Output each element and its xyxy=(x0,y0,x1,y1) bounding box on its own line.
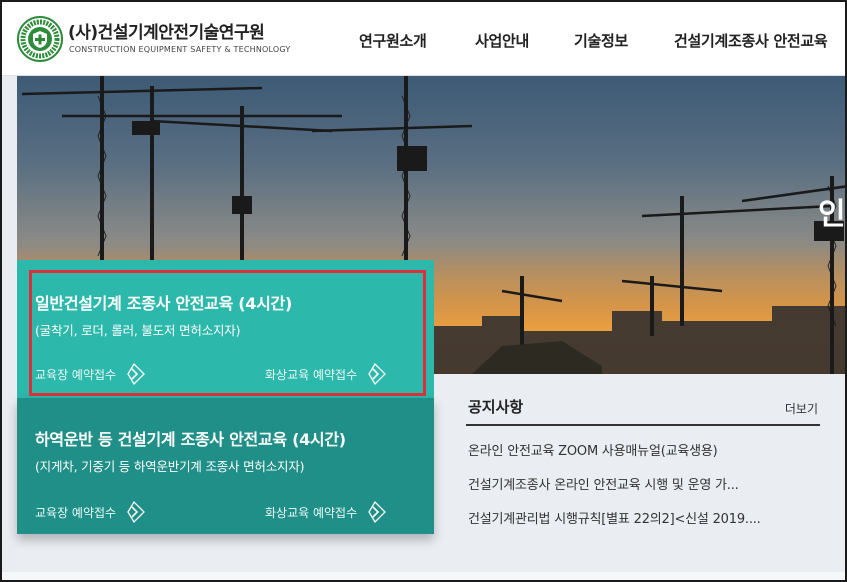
hero-headline-partial: 인 xyxy=(818,197,846,232)
classroom-reservation-link[interactable]: 교육장 예약접수 xyxy=(35,362,146,386)
card-subtitle: (굴착기, 로더, 롤러, 불도저 면허소지자) xyxy=(35,323,241,338)
link-label: 교육장 예약접수 xyxy=(35,367,117,382)
video-reservation-link[interactable]: 화상교육 예약접수 xyxy=(265,362,387,386)
education-card-cargo[interactable]: 하역운반 등 건설기계 조종사 안전교육 (4시간) (지게차, 기중기 등 하… xyxy=(17,398,434,534)
main-nav: 연구원소개 사업안내 기술정보 건설기계조종사 안전교육 xyxy=(2,30,845,50)
chevron-right-icon[interactable] xyxy=(122,362,146,386)
chevron-right-icon[interactable] xyxy=(122,500,146,524)
bottom-strip xyxy=(2,572,845,580)
video-reservation-link[interactable]: 화상교육 예약접수 xyxy=(265,500,387,524)
chevron-right-icon[interactable] xyxy=(363,362,387,386)
card-title: 일반건설기계 조종사 안전교육 (4시간) xyxy=(35,294,292,313)
nav-item-safety-education[interactable]: 건설기계조종사 안전교육 xyxy=(674,30,828,51)
notice-item[interactable]: 온라인 안전교육 ZOOM 사용매뉴얼(교육생용) xyxy=(468,440,818,459)
nav-item-tech-info[interactable]: 기술정보 xyxy=(574,30,628,51)
link-label: 화상교육 예약접수 xyxy=(265,367,358,382)
nav-item-business[interactable]: 사업안내 xyxy=(475,30,529,51)
nav-item-about[interactable]: 연구원소개 xyxy=(359,30,427,51)
notice-more-link[interactable]: 더보기 xyxy=(785,400,818,417)
classroom-reservation-link[interactable]: 교육장 예약접수 xyxy=(35,500,146,524)
notice-item[interactable]: 건설기계관리법 시행규칙[별표 22의2]<신설 2019.... xyxy=(468,508,818,527)
link-label: 화상교육 예약접수 xyxy=(265,505,358,520)
notice-item[interactable]: 건설기계조종사 온라인 안전교육 시행 및 운영 가... xyxy=(468,474,818,493)
notice-title: 공지사항 xyxy=(468,398,524,416)
hero-left-margin xyxy=(2,76,17,374)
card-title: 하역운반 등 건설기계 조종사 안전교육 (4시간) xyxy=(35,430,346,449)
education-card-general[interactable]: 일반건설기계 조종사 안전교육 (4시간) (굴착기, 로더, 롤러, 불도저 … xyxy=(17,260,434,398)
site-header: (사)건설기계안전기술연구원 CONSTRUCTION EQUIPMENT SA… xyxy=(2,2,845,76)
chevron-right-icon[interactable] xyxy=(363,500,387,524)
content-left-margin xyxy=(2,374,17,580)
card-subtitle: (지게차, 기중기 등 하역운반기계 조종사 면허소지자) xyxy=(35,459,305,474)
notice-divider xyxy=(466,424,820,426)
link-label: 교육장 예약접수 xyxy=(35,505,117,520)
browser-frame: (사)건설기계안전기술연구원 CONSTRUCTION EQUIPMENT SA… xyxy=(0,0,847,582)
